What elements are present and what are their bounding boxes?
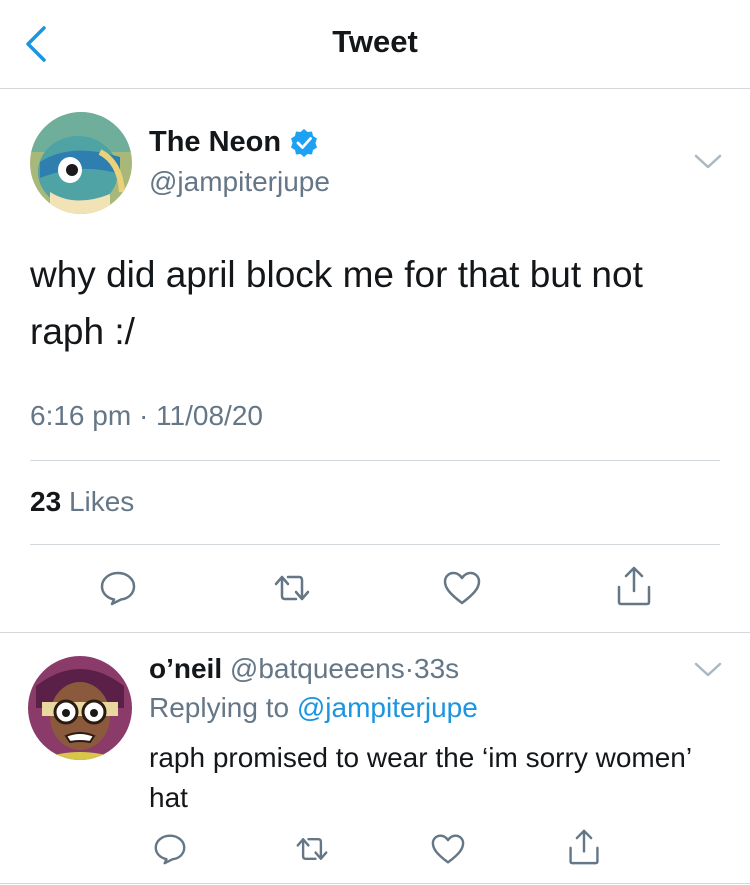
divider [30, 544, 720, 545]
page-title: Tweet [332, 24, 418, 59]
replying-to: Replying to @jampiterjupe [149, 692, 478, 724]
likes-summary[interactable]: 23 Likes [30, 486, 134, 518]
retweet-button[interactable] [290, 830, 334, 868]
author-name[interactable]: The Neon [149, 126, 281, 159]
reply-age: 33s [414, 653, 460, 684]
reply-avatar[interactable] [28, 656, 132, 760]
like-button[interactable] [428, 830, 468, 868]
replying-to-link[interactable]: @jampiterjupe [297, 692, 478, 723]
comment-icon [154, 834, 186, 865]
share-icon [617, 566, 651, 606]
chevron-down-icon[interactable] [693, 152, 723, 172]
section-divider [0, 883, 750, 884]
tweet-timestamp: 6:16 pm · 11/08/20 [30, 400, 263, 431]
reply-author-name[interactable]: o’neil [149, 653, 222, 684]
like-button[interactable] [440, 568, 484, 608]
retweet-button[interactable] [268, 568, 316, 608]
retweet-icon [274, 575, 310, 601]
reply-text: raph promised to wear the ‘im sorry wome… [149, 742, 692, 813]
likes-label: Likes [68, 486, 135, 517]
reply-author-handle[interactable]: @batqueeens [230, 653, 405, 684]
share-button[interactable] [612, 564, 656, 608]
like-icon [431, 834, 465, 864]
retweet-icon [296, 838, 328, 860]
author-handle[interactable]: @jampiterjupe [149, 166, 330, 198]
replying-prefix: Replying to [149, 692, 290, 723]
avatar[interactable] [30, 112, 132, 214]
like-icon [443, 571, 481, 605]
reply-separator: · [404, 653, 415, 684]
author-row: The Neon [149, 126, 319, 159]
comment-icon [100, 571, 136, 606]
chevron-down-icon[interactable] [693, 660, 723, 680]
divider [30, 460, 720, 461]
section-divider [0, 632, 750, 633]
reply-button[interactable] [96, 568, 140, 608]
reply-button[interactable] [150, 830, 190, 868]
verified-badge-icon [291, 128, 318, 157]
share-icon [569, 829, 599, 865]
share-button[interactable] [564, 826, 604, 868]
top-bar: Tweet [0, 0, 750, 89]
reply-header: o’neil @batqueeens·33s [149, 653, 459, 685]
tweet-text: why did april block me for that but not … [30, 254, 643, 352]
likes-count: 23 [30, 486, 62, 517]
